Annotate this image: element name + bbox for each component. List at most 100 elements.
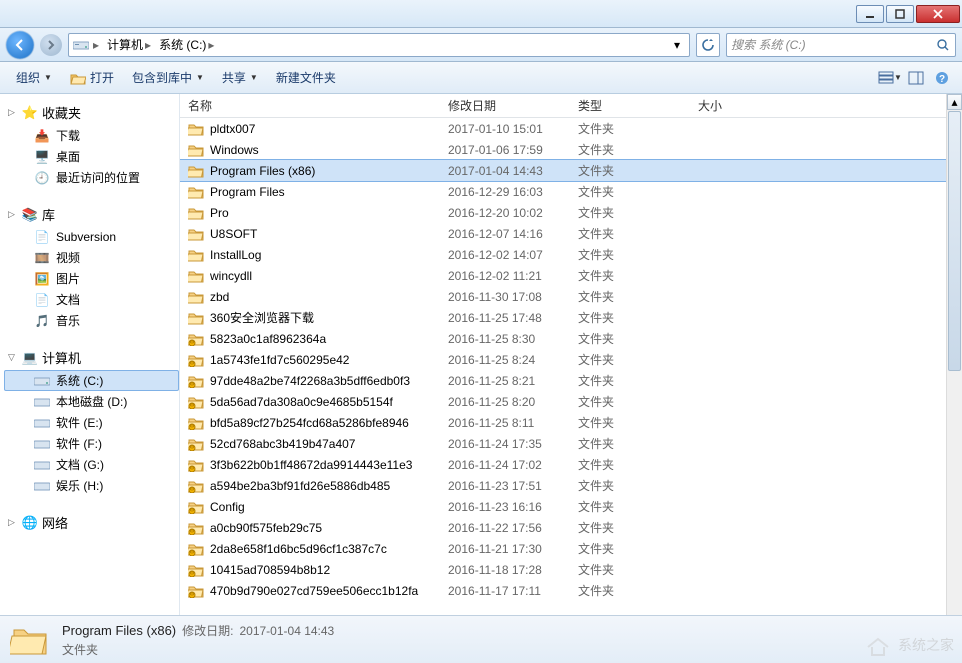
nav-drive-h[interactable]: 娱乐 (H:) — [4, 475, 179, 496]
file-list: 名称 修改日期 类型 大小 pldtx0072017-01-10 15:01文件… — [180, 94, 962, 615]
file-row[interactable]: a0cb90f575feb29c752016-11-22 17:56文件夹 — [180, 517, 962, 538]
file-row[interactable]: bfd5a89cf27b254fcd68a5286bfe89462016-11-… — [180, 412, 962, 433]
file-row[interactable]: InstallLog2016-12-02 14:07文件夹 — [180, 244, 962, 265]
close-button[interactable] — [916, 5, 960, 23]
folder-icon — [188, 205, 204, 221]
download-icon: 📥 — [34, 128, 50, 144]
view-button[interactable]: ▼ — [878, 66, 902, 90]
address-dropdown-icon[interactable]: ▾ — [669, 37, 685, 53]
file-row[interactable]: 10415ad708594b8b122016-11-18 17:28文件夹 — [180, 559, 962, 580]
nav-drive-g[interactable]: 文档 (G:) — [4, 454, 179, 475]
file-row[interactable]: 52cd768abc3b419b47a4072016-11-24 17:35文件… — [180, 433, 962, 454]
file-name: Program Files (x86) — [210, 164, 315, 178]
library-icon: 📚 — [22, 207, 38, 223]
file-row[interactable]: Pro2016-12-20 10:02文件夹 — [180, 202, 962, 223]
file-row[interactable]: Program Files2016-12-29 16:03文件夹 — [180, 181, 962, 202]
file-type: 文件夹 — [578, 498, 698, 515]
refresh-button[interactable] — [696, 33, 720, 57]
nav-drive-f[interactable]: 软件 (F:) — [4, 433, 179, 454]
nav-drive-d[interactable]: 本地磁盘 (D:) — [4, 391, 179, 412]
file-row[interactable]: 1a5743fe1fd7c560295e422016-11-25 8:24文件夹 — [180, 349, 962, 370]
file-row[interactable]: a594be2ba3bf91fd26e5886db4852016-11-23 1… — [180, 475, 962, 496]
address-bar[interactable]: ▸ 计算机 ▸ 系统 (C:) ▸ ▾ — [68, 33, 690, 57]
share-button[interactable]: 共享 ▼ — [214, 65, 266, 90]
main-area: ▷⭐收藏夹 📥下载 🖥️桌面 🕘最近访问的位置 ▷📚库 📄Subversion … — [0, 94, 962, 615]
nav-subversion[interactable]: 📄Subversion — [4, 227, 179, 247]
include-button[interactable]: 包含到库中 ▼ — [124, 65, 212, 90]
file-row[interactable]: U8SOFT2016-12-07 14:16文件夹 — [180, 223, 962, 244]
breadcrumb-drive[interactable]: 系统 (C:) ▸ — [155, 34, 218, 56]
breadcrumb-sep[interactable]: ▸ — [89, 34, 103, 56]
scroll-up-button[interactable]: ▴ — [947, 94, 962, 110]
help-button[interactable]: ? — [930, 66, 954, 90]
nav-drive-e[interactable]: 软件 (E:) — [4, 412, 179, 433]
file-row[interactable]: 3f3b622b0b1ff48672da9914443e11e3 2016-11-… — [180, 454, 962, 475]
file-date: 2016-12-20 10:02 — [448, 206, 578, 220]
col-date[interactable]: 修改日期 — [440, 94, 570, 117]
folder-icon — [188, 184, 204, 200]
nav-favorites[interactable]: ▷⭐收藏夹 — [4, 100, 179, 125]
file-row[interactable]: 5da56ad7da308a0c9e4685b5154f2016-11-25 8… — [180, 391, 962, 412]
address-row: ▸ 计算机 ▸ 系统 (C:) ▸ ▾ 搜索 系统 (C:) — [0, 28, 962, 62]
network-icon: 🌐 — [22, 515, 38, 531]
nav-videos[interactable]: 🎞️视频 — [4, 247, 179, 268]
drive-icon — [34, 394, 50, 410]
open-icon — [70, 70, 86, 86]
scroll-thumb[interactable] — [948, 111, 961, 371]
file-row[interactable]: 2da8e658f1d6bc5d96cf1c387c7c2016-11-21 1… — [180, 538, 962, 559]
nav-libraries[interactable]: ▷📚库 — [4, 202, 179, 227]
file-row[interactable]: 5823a0c1af8962364a2016-11-25 8:30文件夹 — [180, 328, 962, 349]
file-type: 文件夹 — [578, 372, 698, 389]
picture-icon: 🖼️ — [34, 271, 50, 287]
file-row[interactable]: 470b9d790e027cd759ee506ecc1b12fa2016-11-… — [180, 580, 962, 601]
file-date: 2016-11-30 17:08 — [448, 290, 578, 304]
col-name[interactable]: 名称 — [180, 94, 440, 117]
nav-pictures[interactable]: 🖼️图片 — [4, 268, 179, 289]
maximize-button[interactable] — [886, 5, 914, 23]
file-row[interactable]: Windows2017-01-06 17:59文件夹 — [180, 139, 962, 160]
search-input[interactable]: 搜索 系统 (C:) — [726, 33, 956, 57]
nav-drive-c[interactable]: 系统 (C:) — [4, 370, 179, 391]
minimize-button[interactable] — [856, 5, 884, 23]
file-row[interactable]: zbd2016-11-30 17:08文件夹 — [180, 286, 962, 307]
nav-back-button[interactable] — [6, 31, 34, 59]
file-row[interactable]: Config2016-11-23 16:16文件夹 — [180, 496, 962, 517]
nav-recent[interactable]: 🕘最近访问的位置 — [4, 167, 179, 188]
nav-music[interactable]: 🎵音乐 — [4, 310, 179, 331]
col-size[interactable]: 大小 — [690, 94, 790, 117]
file-row[interactable]: wincydll2016-12-02 11:21文件夹 — [180, 265, 962, 286]
nav-computer[interactable]: ▽💻计算机 — [4, 345, 179, 370]
nav-network[interactable]: ▷🌐网络 — [4, 510, 179, 535]
file-name: 3f3b622b0b1ff48672da9914443e11e3 — [210, 458, 412, 472]
folder-icon — [188, 478, 204, 494]
file-type: 文件夹 — [578, 519, 698, 536]
file-row[interactable]: 360安全浏览器下载2016-11-25 17:48文件夹 — [180, 307, 962, 328]
file-type: 文件夹 — [578, 456, 698, 473]
file-name: Config — [210, 500, 245, 514]
nav-forward-button[interactable] — [40, 34, 62, 56]
star-icon: ⭐ — [22, 105, 38, 121]
file-row[interactable]: pldtx0072017-01-10 15:01文件夹 — [180, 118, 962, 139]
file-date: 2016-11-24 17:02 — [448, 458, 578, 472]
file-type: 文件夹 — [578, 183, 698, 200]
col-type[interactable]: 类型 — [570, 94, 690, 117]
computer-icon: 💻 — [22, 350, 38, 366]
scrollbar[interactable]: ▴ — [946, 94, 962, 615]
folder-icon — [188, 520, 204, 536]
status-text: Program Files (x86) 修改日期: 2017-01-04 14:… — [62, 622, 334, 658]
file-type: 文件夹 — [578, 435, 698, 452]
file-name: a0cb90f575feb29c75 — [210, 521, 322, 535]
file-row[interactable]: 97dde48a2be74f2268a3b5dff6edb0f32016-11-… — [180, 370, 962, 391]
organize-button[interactable]: 组织 ▼ — [8, 65, 60, 90]
nav-downloads[interactable]: 📥下载 — [4, 125, 179, 146]
file-row[interactable]: Program Files (x86)2017-01-04 14:43文件夹 — [180, 160, 962, 181]
nav-documents[interactable]: 📄文档 — [4, 289, 179, 310]
breadcrumb-computer[interactable]: 计算机 ▸ — [103, 34, 155, 56]
file-type: 文件夹 — [578, 477, 698, 494]
newfolder-button[interactable]: 新建文件夹 — [268, 65, 344, 90]
music-icon: 🎵 — [34, 313, 50, 329]
nav-desktop[interactable]: 🖥️桌面 — [4, 146, 179, 167]
file-date: 2016-11-25 17:48 — [448, 311, 578, 325]
preview-pane-button[interactable] — [904, 66, 928, 90]
open-button[interactable]: 打开 — [62, 65, 122, 90]
